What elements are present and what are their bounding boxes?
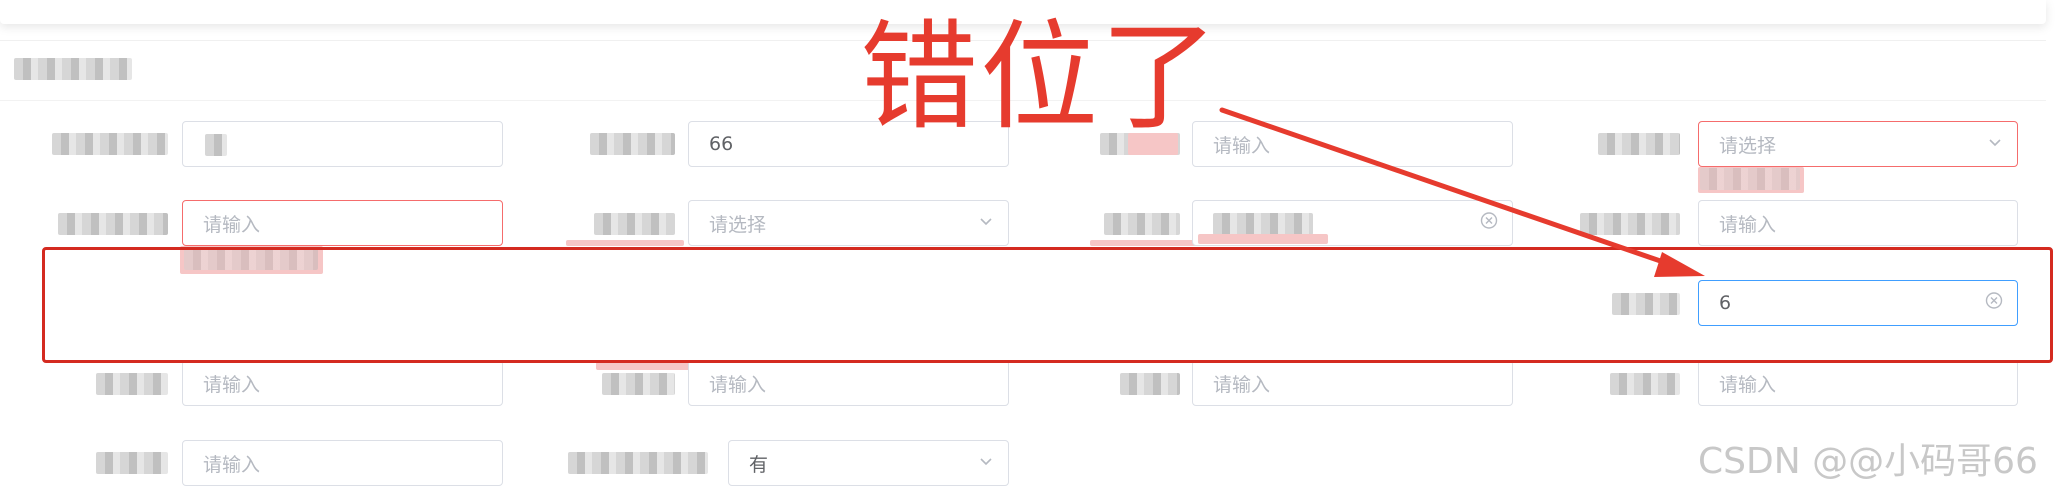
watermark: CSDN @@小码哥66 <box>1698 441 2038 482</box>
arrow-annotation <box>1219 107 1705 277</box>
